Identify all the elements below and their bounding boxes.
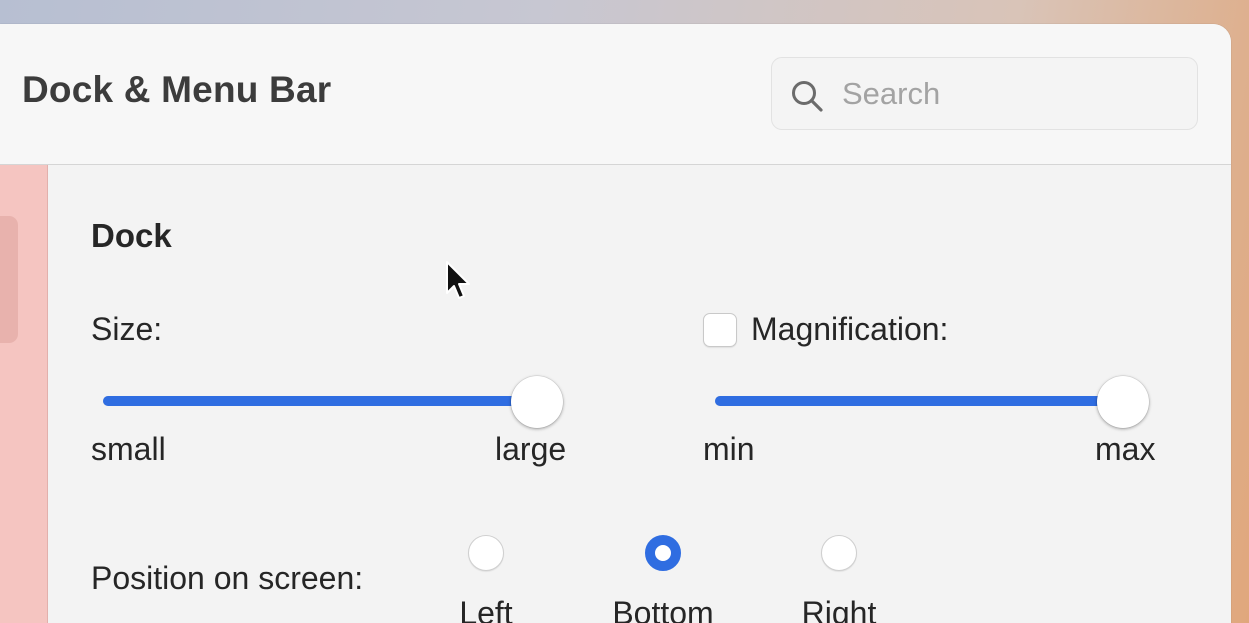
dock-settings-pane: Dock Size: small large Magnification: mi… — [49, 165, 1231, 623]
section-title-dock: Dock — [91, 217, 172, 254]
search-input[interactable] — [842, 70, 1172, 118]
size-min-label: small — [91, 431, 166, 467]
magnification-slider-fill — [715, 396, 1123, 406]
position-radio-right[interactable] — [821, 535, 857, 571]
title-bar: Dock & Menu Bar — [0, 24, 1231, 165]
size-label: Size: — [91, 311, 163, 347]
magnification-label: Magnification: — [751, 311, 949, 347]
position-option-bottom[interactable]: Bottom — [583, 595, 743, 623]
magnification-max-label: max — [1095, 431, 1156, 467]
position-option-right[interactable]: Right — [759, 595, 919, 623]
preferences-window: Dock & Menu Bar Dock Size: small large M… — [0, 24, 1231, 623]
magnification-checkbox[interactable] — [703, 313, 737, 347]
position-option-left[interactable]: Left — [406, 595, 566, 623]
magnification-slider[interactable] — [715, 376, 1149, 428]
sidebar — [0, 165, 48, 623]
size-slider[interactable] — [103, 376, 563, 428]
sidebar-selected-item[interactable] — [0, 216, 18, 343]
position-radio-bottom[interactable] — [645, 535, 681, 571]
search-field[interactable] — [771, 57, 1198, 130]
size-max-label: large — [495, 431, 567, 467]
size-slider-knob[interactable] — [511, 376, 563, 428]
position-label: Position on screen: — [91, 560, 364, 596]
position-radio-left[interactable] — [468, 535, 504, 571]
search-icon — [792, 81, 823, 112]
size-slider-fill — [103, 396, 537, 406]
mouse-pointer-icon — [446, 261, 470, 299]
magnification-slider-knob[interactable] — [1097, 376, 1149, 428]
magnification-min-label: min — [703, 431, 755, 467]
window-title: Dock & Menu Bar — [22, 69, 332, 110]
